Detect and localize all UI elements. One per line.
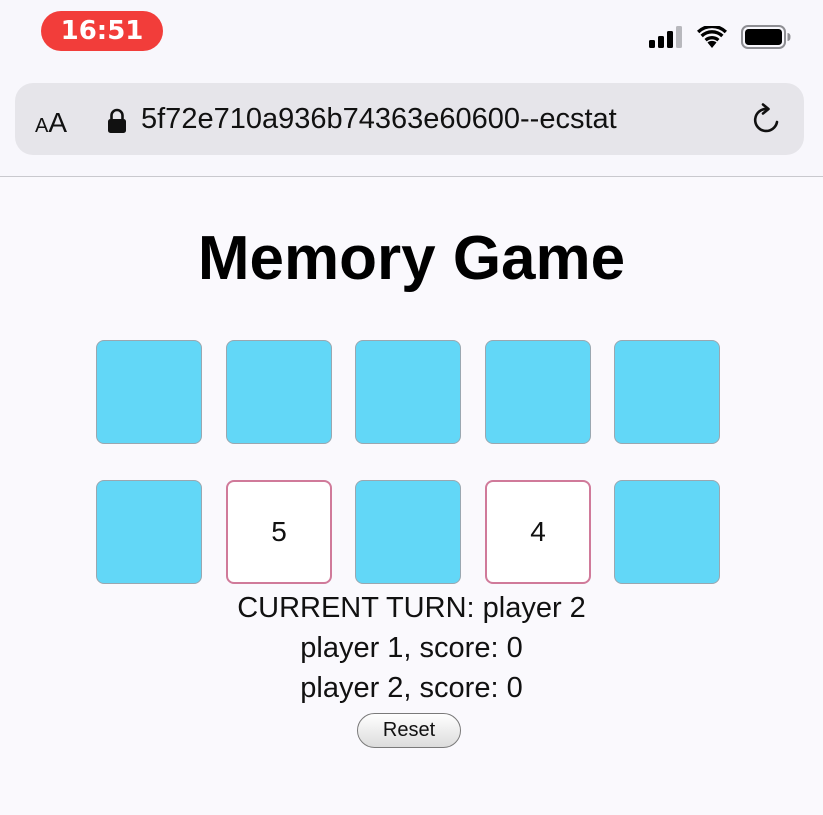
card-hidden[interactable] xyxy=(485,340,591,444)
card-hidden[interactable] xyxy=(355,340,461,444)
card-hidden[interactable] xyxy=(96,340,202,444)
player2-score-text: player 2, score: 0 xyxy=(300,672,523,704)
card-hidden[interactable] xyxy=(226,340,332,444)
current-turn-text: CURRENT TURN: player 2 xyxy=(237,592,586,624)
card-hidden[interactable] xyxy=(614,340,720,444)
page-title: Memory Game xyxy=(197,224,626,293)
battery-icon xyxy=(741,25,791,49)
player1-score-text: player 1, score: 0 xyxy=(300,632,523,664)
card-hidden[interactable] xyxy=(96,480,202,584)
wifi-icon xyxy=(697,26,727,48)
reader-text-size-button[interactable]: AA xyxy=(35,101,67,137)
status-bar: 16:51 xyxy=(0,0,823,70)
status-icons xyxy=(649,24,791,50)
url-text[interactable]: 5f72e710a936b74363e60600--ecstat xyxy=(141,101,741,137)
card-revealed[interactable]: 4 xyxy=(485,480,591,584)
aa-large-label: A xyxy=(48,107,68,138)
card-hidden[interactable] xyxy=(614,480,720,584)
browser-toolbar: AA 5f72e710a936b74363e60600--ecstat xyxy=(0,70,823,177)
lock-icon xyxy=(108,108,126,133)
card-revealed[interactable]: 5 xyxy=(226,480,332,584)
reload-icon[interactable] xyxy=(750,103,784,137)
aa-small-label: A xyxy=(35,115,49,137)
address-bar[interactable]: AA 5f72e710a936b74363e60600--ecstat xyxy=(15,83,804,155)
card-hidden[interactable] xyxy=(355,480,461,584)
page-content: Memory Game 5 4 CURRENT TURN: player 2 pl… xyxy=(0,177,823,815)
reset-button[interactable]: Reset xyxy=(357,713,461,748)
cellular-signal-icon xyxy=(649,26,682,48)
status-time[interactable]: 16:51 xyxy=(41,11,163,51)
